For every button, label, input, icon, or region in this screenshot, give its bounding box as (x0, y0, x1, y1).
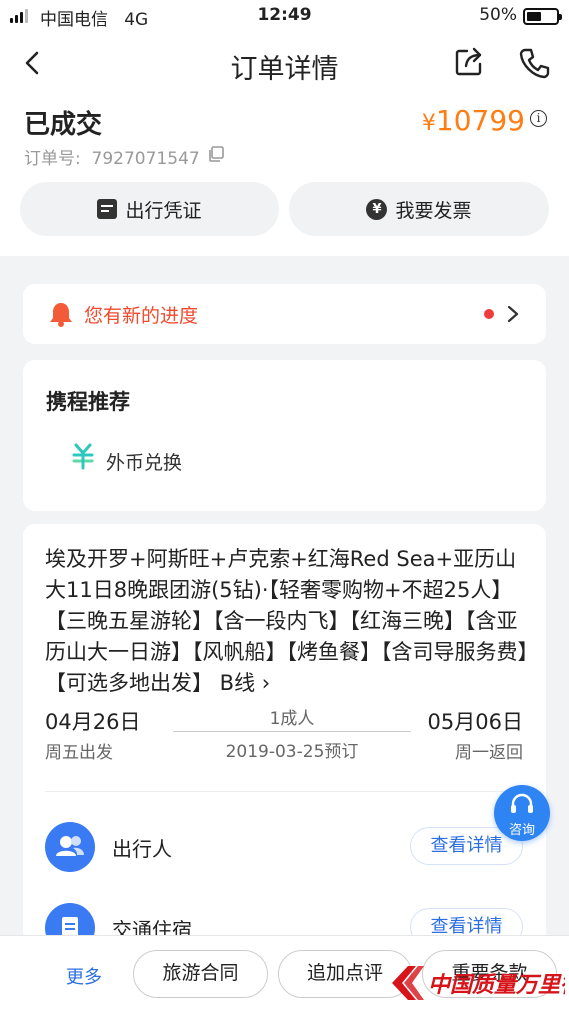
currency-exchange-link[interactable]: 外币兑换 (106, 448, 182, 475)
return-weekday: 周一返回 (455, 743, 523, 763)
date-divider (173, 731, 411, 732)
status-bar: 中国电信 4G 12:49 50% (0, 0, 569, 34)
yen-icon: ¥ (366, 198, 388, 220)
ctrip-recommend: 携程推荐 外币兑换 (23, 360, 546, 511)
depart-weekday: 周五出发 (45, 743, 113, 763)
order-price: ¥10799 (421, 104, 525, 137)
travel-contract-button[interactable]: 旅游合同 (133, 950, 268, 998)
travelers-icon (45, 822, 95, 872)
headset-icon (511, 793, 533, 813)
order-status: 已成交 (24, 110, 103, 140)
order-header: 已成交 ¥10799 i 订单号: 7927071547 出行凭证 ¥ 我要发票 (0, 94, 569, 256)
progress-notice[interactable]: 您有新的进度 (23, 284, 546, 344)
nav-bar: 订单详情 (0, 34, 569, 94)
info-icon[interactable]: i (530, 110, 547, 127)
booking-date: 2019-03-25预订 (225, 742, 359, 762)
copy-icon[interactable] (208, 146, 224, 162)
document-icon (97, 199, 118, 219)
watermark-logo: 中国质量万里行 (392, 966, 565, 1000)
traveler-count: 1成人 (269, 709, 315, 729)
invoice-button[interactable]: ¥ 我要发票 (289, 182, 549, 236)
travel-voucher-button[interactable]: 出行凭证 (20, 182, 279, 236)
currency-exchange-icon[interactable] (71, 442, 95, 470)
bell-icon (50, 303, 72, 327)
battery-icon (523, 8, 562, 25)
recommend-title: 携程推荐 (46, 390, 130, 414)
trip-name[interactable]: 埃及开罗+阿斯旺+卢克索+红海Red Sea+亚历山大11日8晚跟团游(5钻)·… (45, 544, 529, 699)
share-icon[interactable] (453, 46, 485, 78)
chevron-right-icon: › (261, 671, 271, 695)
unread-dot (484, 309, 494, 319)
phone-icon[interactable] (518, 46, 552, 80)
depart-date: 04月26日 (45, 710, 141, 734)
divider (45, 791, 524, 792)
svg-text:中国质量万里行: 中国质量万里行 (428, 972, 565, 998)
more-button[interactable]: 更多 (66, 963, 102, 989)
order-number: 订单号: 7927071547 (24, 149, 200, 169)
battery-percent: 50% (479, 5, 517, 25)
return-date: 05月06日 (427, 710, 523, 734)
trip-card: 埃及开罗+阿斯旺+卢克索+红海Red Sea+亚历山大11日8晚跟团游(5钻)·… (23, 524, 546, 953)
progress-text: 您有新的进度 (84, 305, 199, 327)
chevron-right-icon (507, 305, 519, 323)
travelers-label: 出行人 (112, 837, 172, 861)
consult-button[interactable]: 咨询 (494, 785, 550, 841)
